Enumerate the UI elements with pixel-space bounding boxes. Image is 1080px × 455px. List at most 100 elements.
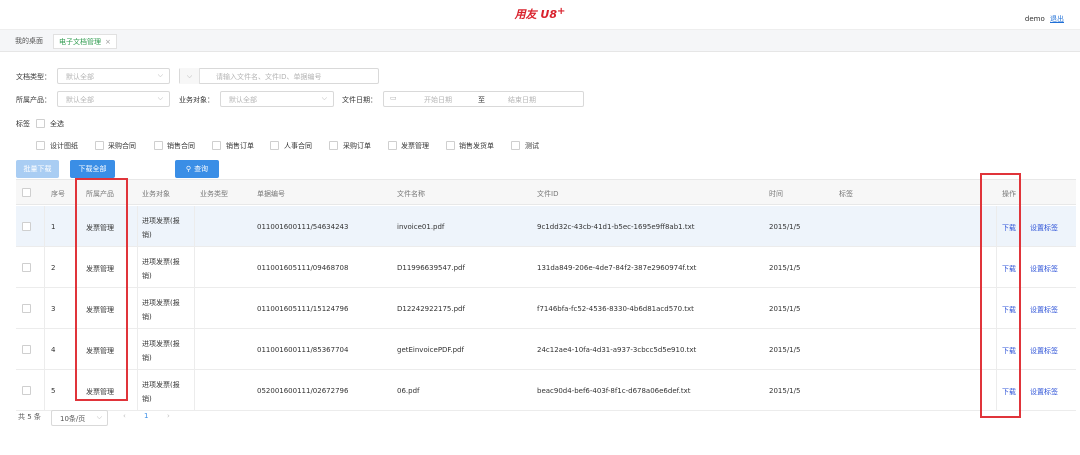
row-filename: D11996639547.pdf [397,264,465,272]
select-all-label: 全选 [50,120,64,128]
header-tag: 标签 [839,190,853,198]
download-link[interactable]: 下载 [1002,223,1016,233]
table-row[interactable]: 3 发票管理 进项发票(报 销) 011001605111/15124796 D… [16,288,1076,329]
tag-checkbox[interactable] [329,141,338,150]
table-row[interactable]: 5 发票管理 进项发票(报 销) 052001600111/02672796 0… [16,370,1076,411]
tag-label-item: 采购合同 [108,142,136,150]
doc-type-value: 默认全部 [66,73,94,81]
search-field[interactable]: ⌵ 请输入文件名、文件ID、单据编号 [179,68,379,84]
row-checkbox[interactable] [22,345,31,354]
download-link[interactable]: 下载 [1002,346,1016,356]
tab-home[interactable]: 我的桌面 [10,34,48,49]
set-tag-link[interactable]: 设置标签 [1030,305,1058,315]
business-object-value: 默认全部 [229,96,257,104]
row-doc-no: 011001600111/54634243 [257,223,349,231]
row-time: 2015/1/5 [769,264,801,272]
tag-label-item: 采购订单 [343,142,371,150]
row-checkbox[interactable] [22,304,31,313]
tag-checkbox[interactable] [154,141,163,150]
tag-checkbox[interactable] [511,141,520,150]
tag-checkbox[interactable] [36,141,45,150]
table-row[interactable]: 4 发票管理 进项发票(报 销) 011001600111/85367704 g… [16,329,1076,370]
row-file-id: beac90d4-bef6-403f-8f1c-d678a06e6def.txt [537,387,691,395]
download-all-button[interactable]: 下载全部 [70,160,115,178]
row-index: 2 [51,264,56,272]
doc-type-label: 文档类型： [16,73,51,81]
header-object: 业务对象 [142,190,170,198]
tag-label-item: 销售合同 [167,142,195,150]
row-checkbox[interactable] [22,222,31,231]
tag-checkbox[interactable] [270,141,279,150]
table-header: 序号 所属产品 业务对象 业务类型 单据编号 文件名称 文件ID 时间 标签 操… [16,179,1076,205]
tag-checkbox[interactable] [212,141,221,150]
next-page-icon[interactable]: › [167,412,170,420]
tab-document-management[interactable]: 电子文档管理 × [53,34,117,49]
business-object-select[interactable]: 默认全部 ⌵ [220,91,334,107]
tag-label-item: 测试 [525,142,539,150]
row-object: 进项发票(报 [142,258,180,266]
column-divider [194,206,195,411]
row-time: 2015/1/5 [769,346,801,354]
row-file-id: f7146bfa-fc52-4536-8330-4b6d81acd570.txt [537,305,694,313]
row-index: 3 [51,305,56,313]
row-doc-no: 052001600111/02672796 [257,387,349,395]
row-product: 发票管理 [86,347,114,355]
row-product: 发票管理 [86,265,114,273]
chevron-down-icon: ⌵ [321,94,327,102]
tab-active-label: 电子文档管理 [59,38,101,46]
date-end[interactable]: 结束日期 [508,95,536,105]
tab-bar: 我的桌面 电子文档管理 × [0,30,1080,52]
row-object-cont: 销) [142,231,152,239]
product-select[interactable]: 默认全部 ⌵ [57,91,170,107]
doc-type-select[interactable]: 默认全部 ⌵ [57,68,170,84]
table-row[interactable]: 2 发票管理 进项发票(报 销) 011001605111/09468708 D… [16,247,1076,288]
search-placeholder: 请输入文件名、文件ID、单据编号 [216,73,322,81]
batch-download-button[interactable]: 批量下载 [16,160,59,178]
page-size-select[interactable]: 10条/页 ⌵ [51,410,108,426]
tag-checkbox[interactable] [446,141,455,150]
close-tab-icon[interactable]: × [105,38,111,46]
set-tag-link[interactable]: 设置标签 [1030,346,1058,356]
set-tag-link[interactable]: 设置标签 [1030,223,1058,233]
date-start[interactable]: 开始日期 [424,95,452,105]
logout-link[interactable]: 退出 [1050,15,1064,23]
page-number-current[interactable]: 1 [144,412,148,420]
row-doc-no: 011001605111/15124796 [257,305,349,313]
row-file-id: 24c12ae4-10fa-4d31-a937-3cbcc5d5e910.txt [537,346,697,354]
file-date-label: 文件日期： [342,96,377,104]
tag-label-item: 销售发货单 [459,142,494,150]
column-divider [137,206,138,411]
tag-checkbox[interactable] [95,141,104,150]
tag-checkbox[interactable] [388,141,397,150]
tag-label: 标签 [16,120,30,128]
row-product: 发票管理 [86,306,114,314]
row-doc-no: 011001600111/85367704 [257,346,349,354]
row-checkbox[interactable] [22,263,31,272]
date-range-picker[interactable]: ▭ 开始日期 至 结束日期 [383,91,584,107]
set-tag-link[interactable]: 设置标签 [1030,264,1058,274]
app-logo: 用友 U8+ [0,6,1080,22]
query-button[interactable]: ⚲ 查询 [175,160,219,178]
user-info: demo 退出 [1025,14,1064,24]
row-object: 进项发票(报 [142,299,180,307]
row-object-cont: 销) [142,354,152,362]
download-link[interactable]: 下载 [1002,387,1016,397]
logo-text: 用友 U8 [514,8,558,21]
prev-page-icon[interactable]: ‹ [123,412,126,420]
row-time: 2015/1/5 [769,223,801,231]
table-row[interactable]: 1 发票管理 进项发票(报 销) 011001600111/54634243 i… [16,206,1076,247]
select-all-checkbox[interactable] [36,119,45,128]
chevron-down-icon: ⌵ [96,413,102,421]
download-link[interactable]: 下载 [1002,264,1016,274]
row-doc-no: 011001605111/09468708 [257,264,349,272]
select-all-rows-checkbox[interactable] [22,188,31,197]
row-object: 进项发票(报 [142,340,180,348]
header-action: 操作 [1002,190,1016,198]
set-tag-link[interactable]: 设置标签 [1030,387,1058,397]
page-size-value: 10条/页 [60,415,86,423]
row-object: 进项发票(报 [142,381,180,389]
search-scope-dropdown-icon[interactable]: ⌵ [180,68,200,84]
row-checkbox[interactable] [22,386,31,395]
download-link[interactable]: 下载 [1002,305,1016,315]
tag-label-item: 人事合同 [284,142,312,150]
